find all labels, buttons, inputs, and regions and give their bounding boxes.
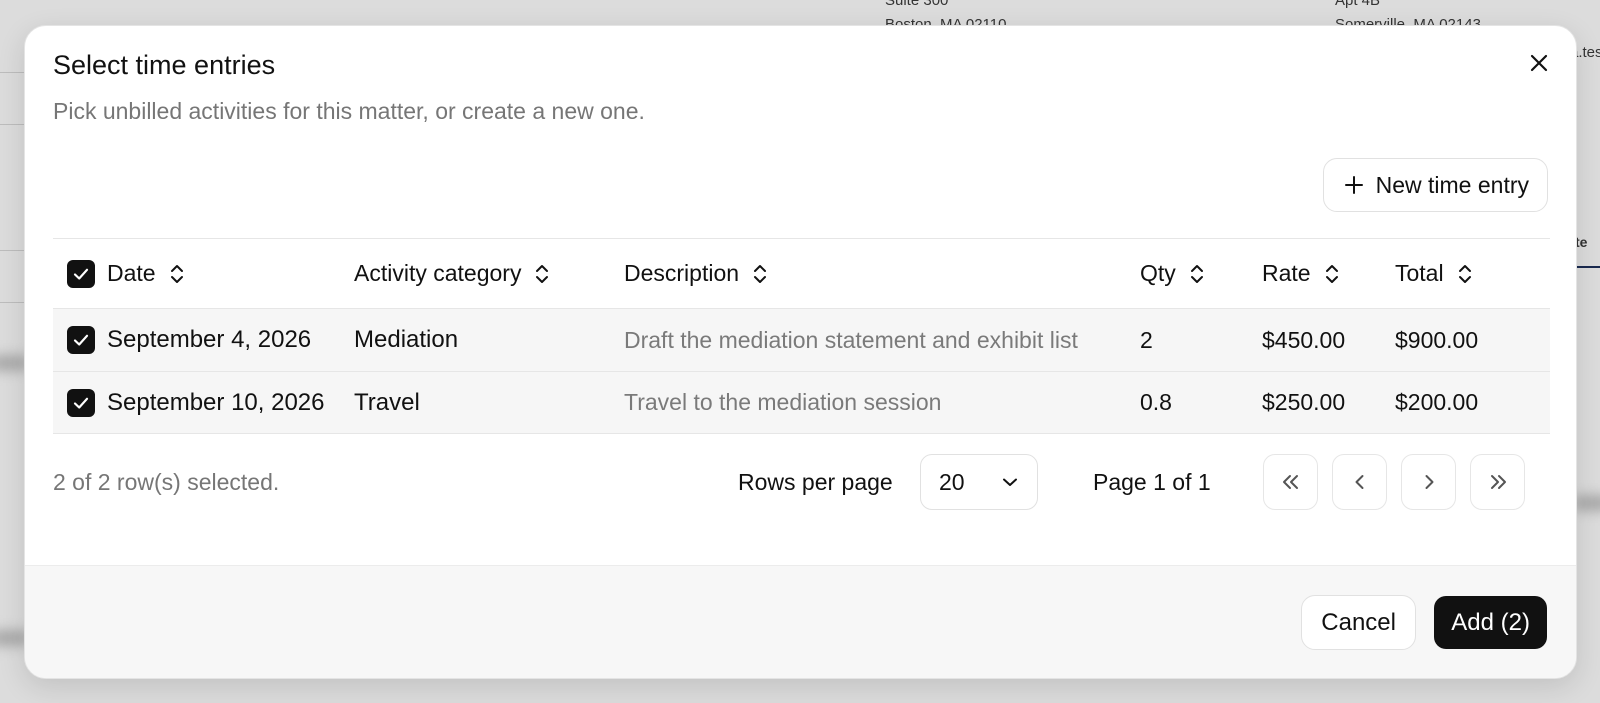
column-label: Rate xyxy=(1262,260,1311,286)
row-rate: $250.00 xyxy=(1262,389,1346,415)
pagination-bar: 2 of 2 row(s) selected. Rows per page 20… xyxy=(53,454,1550,510)
check-icon xyxy=(73,334,89,346)
dialog-footer: Cancel Add (2) xyxy=(25,565,1576,678)
bg-address-line: Suite 300 xyxy=(885,0,949,9)
dialog-subtitle: Pick unbilled activities for this matter… xyxy=(53,98,645,124)
add-button[interactable]: Add (2) xyxy=(1434,596,1547,649)
table-row[interactable]: September 4, 2026 Mediation Draft the me… xyxy=(53,308,1550,371)
close-icon xyxy=(1530,54,1548,72)
column-header-total[interactable]: Total xyxy=(1395,239,1472,308)
column-label: Qty xyxy=(1140,260,1176,286)
check-icon xyxy=(73,268,89,280)
close-button[interactable] xyxy=(1524,48,1554,78)
column-header-date[interactable]: Date xyxy=(67,239,184,308)
row-checkbox[interactable] xyxy=(67,388,95,417)
column-header-qty[interactable]: Qty xyxy=(1140,239,1204,308)
row-description: Travel to the mediation session xyxy=(624,389,942,415)
chevrons-right-icon xyxy=(1490,475,1506,489)
cell-date: September 10, 2026 xyxy=(67,372,325,433)
row-total: $200.00 xyxy=(1395,389,1479,415)
last-page-button[interactable] xyxy=(1470,454,1525,510)
sort-icon[interactable] xyxy=(535,262,549,286)
column-label: Date xyxy=(107,260,156,286)
chevron-left-icon xyxy=(1355,475,1363,489)
cell-date: September 4, 2026 xyxy=(67,309,311,371)
check-icon xyxy=(73,397,89,409)
cancel-button[interactable]: Cancel xyxy=(1301,595,1416,650)
sort-icon[interactable] xyxy=(753,262,767,286)
row-category: Mediation xyxy=(354,326,459,353)
bg-address-line: Apt 4B xyxy=(1335,0,1381,9)
new-time-entry-button[interactable]: New time entry xyxy=(1322,158,1548,212)
column-header-description[interactable]: Description xyxy=(624,239,767,308)
row-rate: $450.00 xyxy=(1262,326,1346,353)
column-label: Activity category xyxy=(354,260,522,286)
row-description: Draft the mediation statement and exhibi… xyxy=(624,326,1078,353)
table-header-row: Date Activity category Description Qty R… xyxy=(53,238,1550,308)
row-qty: 2 xyxy=(1140,326,1153,353)
column-header-activity-category[interactable]: Activity category xyxy=(354,239,549,308)
column-header-rate[interactable]: Rate xyxy=(1262,239,1339,308)
first-page-button[interactable] xyxy=(1263,454,1318,510)
page-info: Page 1 of 1 xyxy=(1093,468,1211,495)
row-checkbox[interactable] xyxy=(67,326,95,354)
rows-per-page-value: 20 xyxy=(939,468,965,495)
select-time-entries-dialog: Select time entries Pick unbilled activi… xyxy=(24,25,1577,679)
selection-count: 2 of 2 row(s) selected. xyxy=(53,468,280,495)
row-total: $900.00 xyxy=(1395,326,1479,353)
row-qty: 0.8 xyxy=(1140,389,1172,415)
column-label: Total xyxy=(1395,260,1444,286)
dialog-title: Select time entries xyxy=(53,50,276,80)
sort-icon[interactable] xyxy=(170,262,184,286)
select-all-checkbox[interactable] xyxy=(67,259,95,288)
sort-icon[interactable] xyxy=(1190,262,1204,286)
rows-per-page-label: Rows per page xyxy=(738,468,893,495)
plus-icon xyxy=(1344,176,1363,194)
rows-per-page-select[interactable]: 20 xyxy=(920,454,1038,510)
chevron-down-icon xyxy=(1003,478,1017,486)
row-category: Travel xyxy=(354,388,420,416)
new-time-entry-label: New time entry xyxy=(1375,171,1529,198)
chevron-right-icon xyxy=(1425,475,1433,489)
sort-icon[interactable] xyxy=(1458,262,1472,286)
table-row[interactable]: September 10, 2026 Travel Travel to the … xyxy=(53,371,1550,434)
chevrons-left-icon xyxy=(1282,475,1298,489)
sort-icon[interactable] xyxy=(1325,262,1339,286)
time-entries-table: Date Activity category Description Qty R… xyxy=(53,238,1550,434)
column-label: Description xyxy=(624,260,740,286)
row-date: September 4, 2026 xyxy=(107,326,312,353)
next-page-button[interactable] xyxy=(1401,454,1456,510)
previous-page-button[interactable] xyxy=(1332,454,1387,510)
row-date: September 10, 2026 xyxy=(107,388,325,416)
